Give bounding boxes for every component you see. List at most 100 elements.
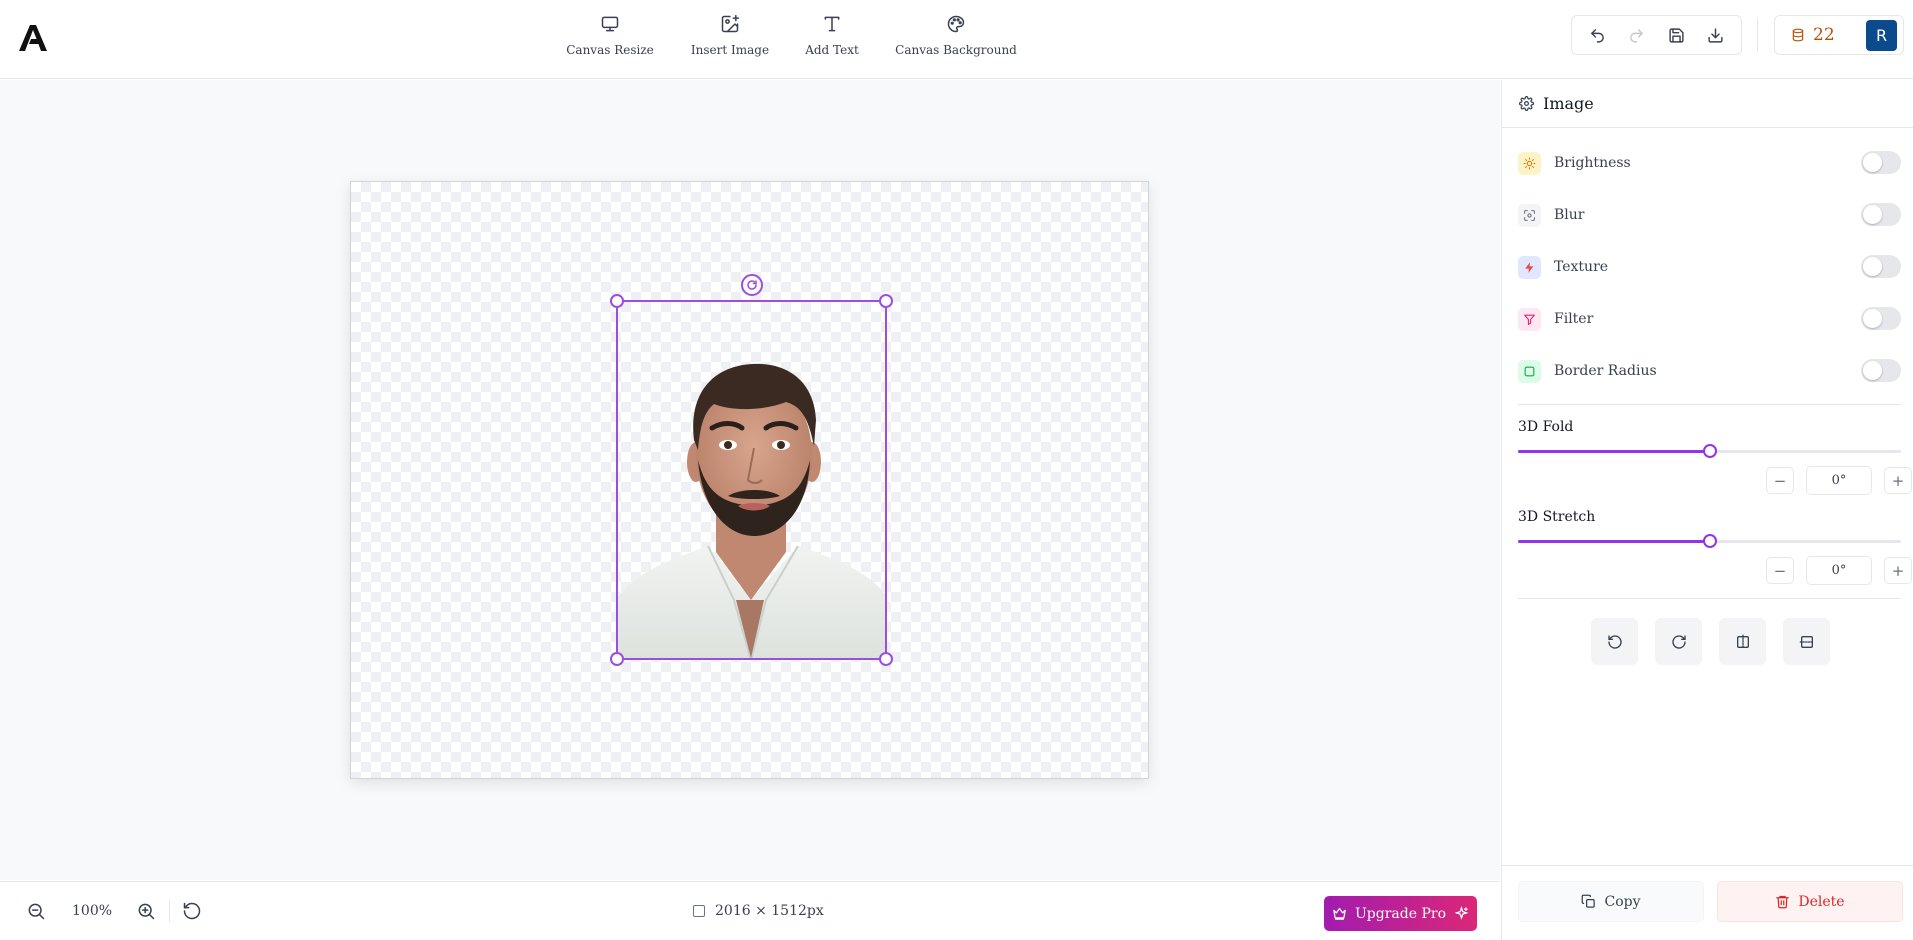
credits-counter[interactable]: 22 [1791,25,1835,45]
fold-slider[interactable] [1518,444,1901,458]
resize-handle-bottom-right[interactable] [879,652,893,666]
flip-vertical-icon [1799,635,1814,648]
reset-view-icon[interactable] [182,901,202,921]
stretch-value[interactable]: 0° [1806,556,1872,585]
copy-label: Copy [1604,893,1641,910]
zoom-out-icon[interactable] [26,901,46,921]
texture-icon-badge [1518,255,1541,279]
trash-icon [1776,895,1790,909]
resize-handle-top-left[interactable] [610,294,624,308]
fold-stepper: − 0° + [1766,466,1912,495]
canvas-dimensions: 2016 × 1512px [693,903,824,919]
rotate-icon [747,280,757,290]
bottom-bar: 100% 2016 × 1512px Upgrade Pro [0,881,1500,940]
filter-toggle[interactable] [1861,307,1901,330]
resize-handle-bottom-left[interactable] [610,652,624,666]
toolbar-divider [1757,18,1758,52]
brightness-toggle[interactable] [1861,151,1901,174]
download-button[interactable] [1700,20,1730,50]
canvas-workspace [0,80,1500,880]
image-plus-icon [721,14,740,33]
stretch-increment-button[interactable]: + [1884,557,1912,584]
app-logo[interactable] [18,24,48,52]
undo-icon [1591,28,1604,43]
brightness-label: Brightness [1554,155,1631,171]
texture-option: Texture [1518,252,1901,282]
selection-frame[interactable] [610,294,893,666]
add-text-label: Add Text [805,43,859,57]
copy-icon [1582,894,1596,908]
avatar[interactable]: R [1866,20,1897,51]
blur-icon-badge [1518,203,1541,227]
fold-decrement-button[interactable]: − [1766,467,1794,494]
border-radius-label: Border Radius [1554,363,1657,379]
coins-icon [1792,28,1804,42]
delete-label: Delete [1798,893,1845,910]
square-icon [693,905,705,917]
add-text-button[interactable]: Add Text [792,14,872,57]
stretch-label: 3D Stretch [1518,509,1596,525]
history-group [1571,15,1742,55]
rotate-left-button[interactable] [1591,618,1638,665]
blur-toggle[interactable] [1861,203,1901,226]
upgrade-pro-label: Upgrade Pro [1355,905,1446,922]
stretch-slider[interactable] [1518,534,1901,548]
upgrade-pro-button[interactable]: Upgrade Pro [1324,896,1477,931]
stretch-slider-fill [1518,540,1710,543]
bottom-divider [169,900,170,922]
stretch-decrement-button[interactable]: − [1766,557,1794,584]
sparkle-icon [1454,906,1469,920]
brightness-option: Brightness [1518,148,1901,178]
copy-button[interactable]: Copy [1518,881,1704,922]
rounded-square-icon [1524,366,1535,376]
flip-vertical-button[interactable] [1783,618,1830,665]
undo-button[interactable] [1583,20,1613,50]
texture-toggle[interactable] [1861,255,1901,278]
flip-horizontal-button[interactable] [1719,618,1766,665]
rotate-right-button[interactable] [1655,618,1702,665]
blur-option: Blur [1518,200,1901,230]
canvas-dimensions-text: 2016 × 1512px [715,903,824,919]
border-radius-option: Border Radius [1518,356,1901,386]
resize-handle-top-right[interactable] [879,294,893,308]
panel-divider [1518,598,1901,599]
panel-title: Image [1543,94,1594,113]
blur-label: Blur [1554,207,1585,223]
filter-option: Filter [1518,304,1901,334]
design-canvas[interactable] [350,181,1149,779]
monitor-icon [601,16,619,32]
panel-divider [1518,404,1901,405]
top-toolbar: Canvas Resize Insert Image Add Text Canv… [0,0,1913,79]
texture-label: Texture [1554,259,1609,275]
panel-header: Image [1502,80,1913,128]
redo-icon [1630,28,1644,43]
fold-value[interactable]: 0° [1806,466,1872,495]
palette-icon [947,15,965,33]
canvas-resize-button[interactable]: Canvas Resize [560,14,660,57]
stretch-stepper: − 0° + [1766,556,1912,585]
filter-icon-badge [1518,307,1541,331]
properties-panel: Image Brightness Blur Texture Filter Bor [1501,80,1913,940]
crown-icon [1333,907,1346,920]
focus-icon [1524,209,1535,221]
border-radius-icon-badge [1518,359,1541,383]
delete-button[interactable]: Delete [1717,881,1903,922]
rotate-ccw-icon [1607,634,1622,649]
lightning-icon [1525,261,1534,273]
redo-button[interactable] [1622,20,1652,50]
fold-increment-button[interactable]: + [1884,467,1912,494]
save-button[interactable] [1661,20,1691,50]
insert-image-button[interactable]: Insert Image [680,14,780,57]
stretch-slider-thumb[interactable] [1702,534,1717,548]
canvas-resize-label: Canvas Resize [566,43,654,57]
border-radius-toggle[interactable] [1861,359,1901,382]
rotate-handle[interactable] [741,274,763,296]
insert-image-label: Insert Image [690,43,770,57]
canvas-background-button[interactable]: Canvas Background [895,14,1017,57]
download-icon [1708,27,1723,43]
zoom-in-icon[interactable] [136,901,156,921]
fold-slider-thumb[interactable] [1702,444,1717,458]
panel-footer: Copy Delete [1502,865,1913,940]
save-icon [1669,27,1684,43]
brightness-icon-badge [1518,151,1541,175]
